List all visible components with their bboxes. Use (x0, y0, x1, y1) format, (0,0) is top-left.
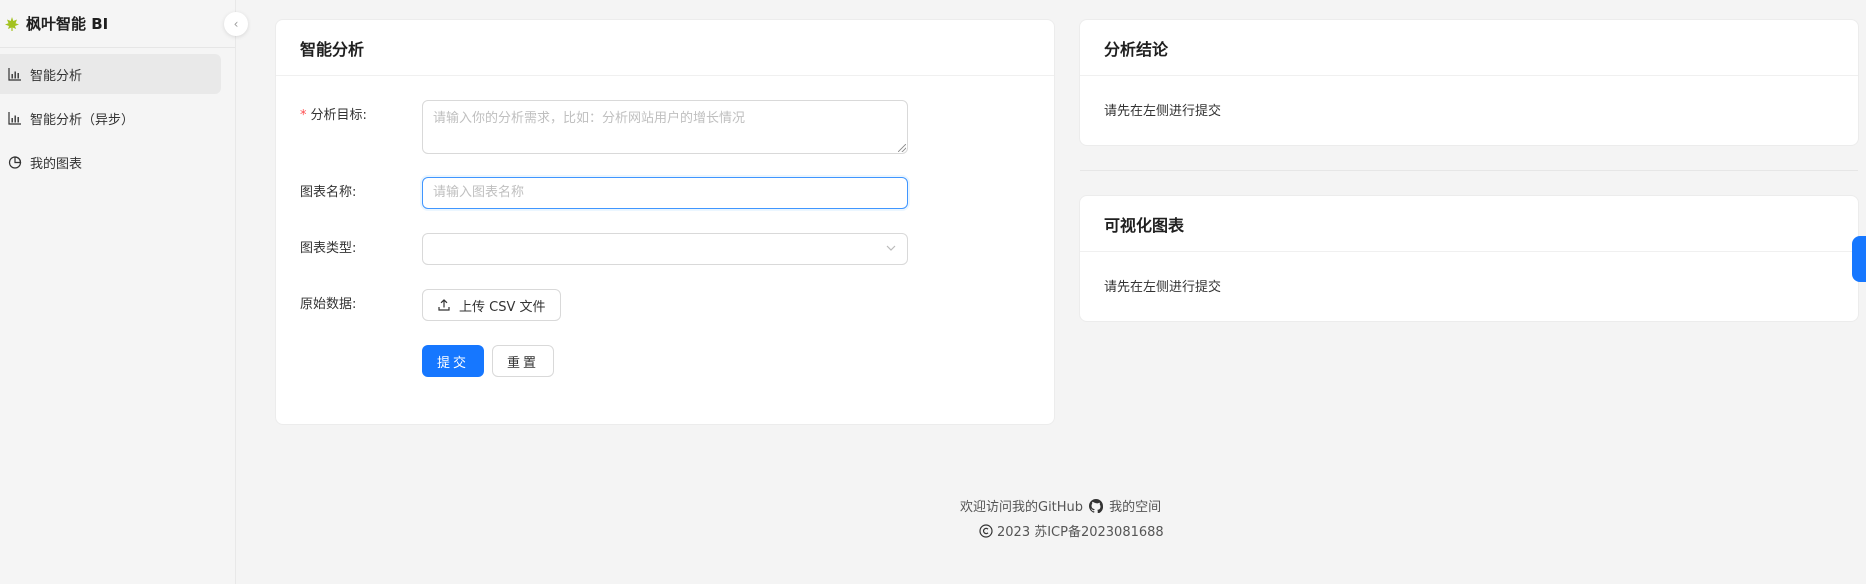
chart-text: 请先在左侧进行提交 (1104, 280, 1222, 295)
upload-csv-button[interactable]: 上传 CSV 文件 (422, 289, 561, 321)
chart-name-input[interactable]: 请输入图表名称 (422, 177, 908, 209)
raw-data-label: 原始数据: (300, 297, 357, 312)
analysis-card: 智能分析 * 分析目标: 请输入你的分析需求，比如：分析网站用户的增长情况 图表名… (275, 19, 1055, 425)
footer: 欢迎访问我的GitHub 我的空间 2023 苏ICP备2023081688 (960, 496, 1164, 540)
conclusion-card-title: 分析结论 (1080, 20, 1858, 76)
divider (1080, 170, 1858, 171)
sidebar-item-label: 智能分析 (30, 68, 83, 84)
chart-type-row: 图表类型: (300, 233, 908, 265)
upload-label: 上传 CSV 文件 (459, 299, 546, 315)
goal-placeholder: 请输入你的分析需求，比如：分析网站用户的增长情况 (433, 111, 746, 126)
chart-card: 可视化图表 请先在左侧进行提交 (1079, 195, 1859, 322)
chart-name-row: 图表名称: 请输入图表名称 (300, 177, 908, 209)
copyright-text: 2023 苏ICP备2023081688 (997, 525, 1164, 540)
my-space-link[interactable]: 我的空间 (1109, 496, 1161, 515)
github-icon[interactable] (1089, 498, 1104, 513)
conclusion-card: 分析结论 请先在左侧进行提交 (1079, 19, 1859, 146)
chart-type-select[interactable] (422, 233, 908, 265)
sidebar-collapse-button[interactable]: ‹ (224, 12, 248, 36)
goal-textarea[interactable]: 请输入你的分析需求，比如：分析网站用户的增长情况 (422, 100, 908, 154)
chart-type-label: 图表类型: (300, 241, 357, 256)
upload-icon (437, 298, 451, 312)
chart-name-placeholder: 请输入图表名称 (433, 185, 525, 200)
sidebar-item-smart-analysis-async[interactable]: 智能分析（异步） (0, 98, 221, 138)
goal-label: * 分析目标: (300, 108, 367, 123)
sidebar-item-label: 智能分析（异步） (30, 112, 135, 128)
copyright-icon (979, 523, 993, 538)
github-link[interactable]: 欢迎访问我的GitHub (960, 496, 1083, 515)
conclusion-text: 请先在左侧进行提交 (1104, 104, 1222, 119)
submit-button[interactable]: 提交 (422, 345, 485, 377)
bar-chart-icon (8, 111, 22, 125)
raw-data-row: 原始数据: 上传 CSV 文件 (300, 289, 561, 321)
goal-row: * 分析目标: 请输入你的分析需求，比如：分析网站用户的增长情况 (300, 100, 908, 154)
action-row: 提交 重置 (422, 345, 555, 377)
sidebar: 枫叶智能 BI 智能分析 智能分析（异步） 我的图表 (0, 0, 236, 584)
reset-button[interactable]: 重置 (492, 345, 555, 377)
chevron-left-icon: ‹ (233, 17, 239, 31)
maple-leaf-icon (4, 16, 20, 32)
chevron-down-icon (885, 242, 897, 254)
chart-card-title: 可视化图表 (1080, 196, 1858, 252)
analysis-card-title: 智能分析 (276, 20, 1054, 76)
pie-chart-icon (8, 155, 22, 169)
chart-name-label: 图表名称: (300, 185, 357, 200)
sidebar-item-label: 我的图表 (30, 156, 83, 172)
floating-side-tab[interactable] (1852, 236, 1866, 282)
sidebar-item-smart-analysis[interactable]: 智能分析 (0, 54, 221, 94)
logo-row[interactable]: 枫叶智能 BI (0, 0, 235, 48)
required-mark: * (300, 108, 307, 123)
bar-chart-icon (8, 67, 22, 81)
side-menu: 智能分析 智能分析（异步） 我的图表 (0, 48, 235, 182)
resize-handle-icon[interactable] (898, 144, 906, 152)
app-title: 枫叶智能 BI (26, 15, 109, 33)
sidebar-item-my-charts[interactable]: 我的图表 (0, 142, 221, 182)
